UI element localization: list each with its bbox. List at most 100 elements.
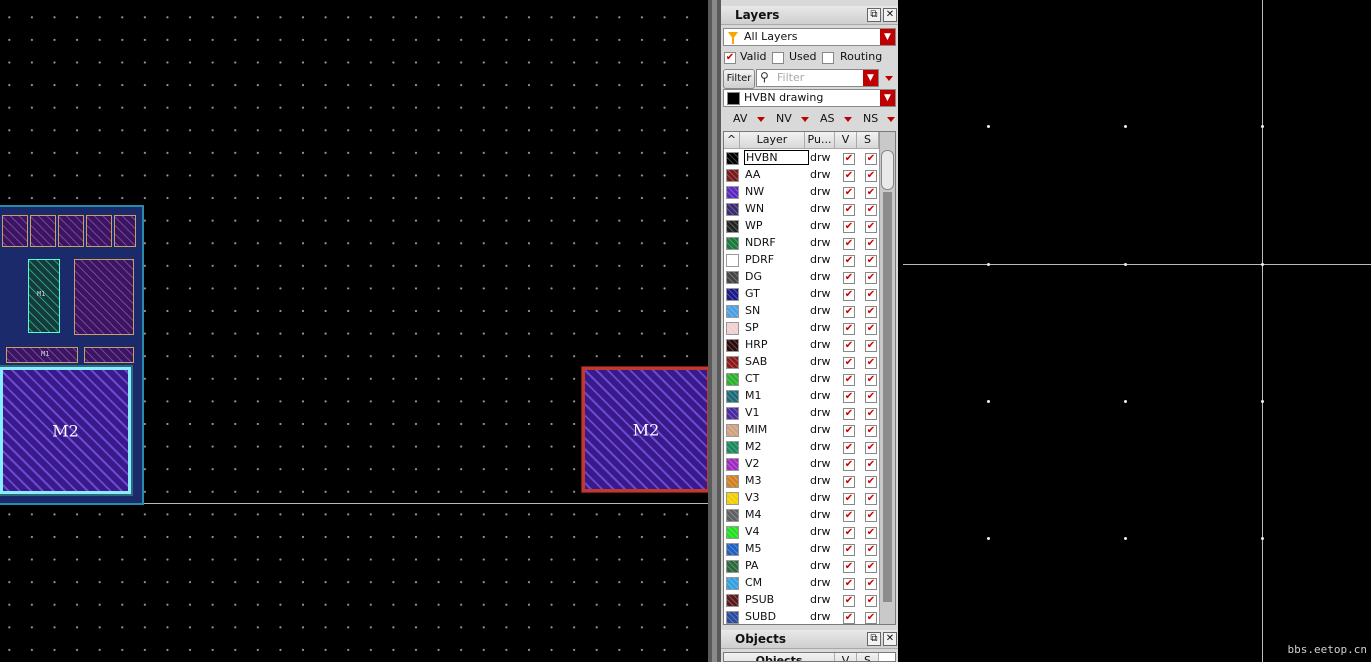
selectable-checkbox[interactable]: ✔	[865, 391, 877, 403]
selectable-checkbox[interactable]: ✔	[865, 357, 877, 369]
visible-checkbox[interactable]: ✔	[843, 510, 855, 522]
selectable-checkbox[interactable]: ✔	[865, 459, 877, 471]
float-icon[interactable]: ⧉	[867, 632, 881, 646]
objects-titlebar[interactable]: Objects ⧉ ✕	[721, 630, 898, 649]
column-header-visible[interactable]: V	[835, 132, 857, 149]
layers-titlebar[interactable]: Layers ⧉ ✕	[721, 6, 898, 25]
column-header-layer[interactable]: Layer	[740, 132, 805, 149]
filter-button[interactable]: Filter	[723, 69, 755, 89]
column-header-purpose[interactable]: Pu...	[805, 132, 835, 149]
selectable-checkbox[interactable]: ✔	[865, 527, 877, 539]
visible-checkbox[interactable]: ✔	[843, 544, 855, 556]
scrollbar-thumb[interactable]	[881, 150, 894, 190]
current-layer-select[interactable]: HVBN drawing ▼	[723, 89, 896, 107]
table-row[interactable]: PSUB drw ✔ ✔	[724, 592, 879, 609]
table-row[interactable]: PDRF drw ✔ ✔	[724, 252, 879, 269]
selectable-checkbox[interactable]: ✔	[865, 204, 877, 216]
filter-input[interactable]: ⚲ Filter ▼	[756, 69, 879, 87]
layer-set-select[interactable]: All Layers ▼	[723, 28, 896, 46]
visible-checkbox[interactable]: ✔	[843, 459, 855, 471]
visible-checkbox[interactable]: ✔	[843, 595, 855, 607]
table-row[interactable]: M3 drw ✔ ✔	[724, 473, 879, 490]
selectable-checkbox[interactable]: ✔	[865, 340, 877, 352]
table-row[interactable]: SUBD drw ✔ ✔	[724, 609, 879, 624]
table-row[interactable]: V4 drw ✔ ✔	[724, 524, 879, 541]
selectable-checkbox[interactable]: ✔	[865, 493, 877, 505]
chevron-down-icon[interactable]: ▼	[880, 29, 895, 45]
column-header-selectable[interactable]: S	[857, 653, 879, 661]
m2-block-right[interactable]: M2	[581, 366, 711, 493]
selectable-checkbox[interactable]: ✔	[865, 578, 877, 590]
chevron-down-icon[interactable]: ▼	[863, 70, 878, 86]
visible-checkbox[interactable]: ✔	[843, 340, 855, 352]
table-row[interactable]: DG drw ✔ ✔	[724, 269, 879, 286]
av-arrow-icon[interactable]	[757, 117, 765, 122]
visible-checkbox[interactable]: ✔	[843, 153, 855, 165]
selectable-checkbox[interactable]: ✔	[865, 510, 877, 522]
selectable-checkbox[interactable]: ✔	[865, 408, 877, 420]
column-header-visible[interactable]: V	[835, 653, 857, 661]
menu-arrow-icon[interactable]	[885, 76, 893, 81]
selectable-checkbox[interactable]: ✔	[865, 425, 877, 437]
selectable-checkbox[interactable]: ✔	[865, 476, 877, 488]
table-row[interactable]: AA drw ✔ ✔	[724, 167, 879, 184]
table-row[interactable]: V1 drw ✔ ✔	[724, 405, 879, 422]
vertical-scrollbar[interactable]	[879, 132, 895, 624]
objects-table[interactable]: Objects V S	[723, 652, 896, 662]
selectable-checkbox[interactable]: ✔	[865, 561, 877, 573]
table-row[interactable]: NDRF drw ✔ ✔	[724, 235, 879, 252]
table-row[interactable]: WP drw ✔ ✔	[724, 218, 879, 235]
table-row[interactable]: MIM drw ✔ ✔	[724, 422, 879, 439]
selectable-checkbox[interactable]: ✔	[865, 612, 877, 624]
visible-checkbox[interactable]: ✔	[843, 425, 855, 437]
selectable-checkbox[interactable]: ✔	[865, 153, 877, 165]
none-selectable-button[interactable]: NS	[863, 112, 878, 125]
visible-checkbox[interactable]: ✔	[843, 238, 855, 250]
close-icon[interactable]: ✕	[883, 8, 897, 22]
all-visible-button[interactable]: AV	[733, 112, 747, 125]
selectable-checkbox[interactable]: ✔	[865, 289, 877, 301]
ns-arrow-icon[interactable]	[887, 117, 895, 122]
selectable-checkbox[interactable]: ✔	[865, 221, 877, 233]
table-row[interactable]: M1 drw ✔ ✔	[724, 388, 879, 405]
table-row[interactable]: PA drw ✔ ✔	[724, 558, 879, 575]
visible-checkbox[interactable]: ✔	[843, 578, 855, 590]
visible-checkbox[interactable]: ✔	[843, 289, 855, 301]
table-row[interactable]: M5 drw ✔ ✔	[724, 541, 879, 558]
visible-checkbox[interactable]: ✔	[843, 561, 855, 573]
visible-checkbox[interactable]: ✔	[843, 187, 855, 199]
used-checkbox[interactable]	[772, 52, 784, 64]
visible-checkbox[interactable]: ✔	[843, 255, 855, 267]
nv-arrow-icon[interactable]	[801, 117, 809, 122]
table-row[interactable]: SN drw ✔ ✔	[724, 303, 879, 320]
visible-checkbox[interactable]: ✔	[843, 476, 855, 488]
selectable-checkbox[interactable]: ✔	[865, 272, 877, 284]
layer-table[interactable]: ^ Layer Pu... V S HVBN drw ✔ ✔ AA drw ✔ ✔ NW drw ✔…	[723, 131, 896, 625]
close-icon[interactable]: ✕	[883, 632, 897, 646]
table-row[interactable]: CM drw ✔ ✔	[724, 575, 879, 592]
selectable-checkbox[interactable]: ✔	[865, 544, 877, 556]
selectable-checkbox[interactable]: ✔	[865, 595, 877, 607]
selectable-checkbox[interactable]: ✔	[865, 170, 877, 182]
table-row[interactable]: WN drw ✔ ✔	[724, 201, 879, 218]
visible-checkbox[interactable]: ✔	[843, 272, 855, 284]
visible-checkbox[interactable]: ✔	[843, 323, 855, 335]
visible-checkbox[interactable]: ✔	[843, 442, 855, 454]
visible-checkbox[interactable]: ✔	[843, 204, 855, 216]
visible-checkbox[interactable]: ✔	[843, 357, 855, 369]
visible-checkbox[interactable]: ✔	[843, 306, 855, 318]
selectable-checkbox[interactable]: ✔	[865, 442, 877, 454]
visible-checkbox[interactable]: ✔	[843, 612, 855, 624]
none-visible-button[interactable]: NV	[776, 112, 792, 125]
sort-icon[interactable]: ^	[724, 132, 740, 149]
visible-checkbox[interactable]: ✔	[843, 221, 855, 233]
visible-checkbox[interactable]: ✔	[843, 391, 855, 403]
panel-splitter[interactable]	[708, 0, 721, 662]
visible-checkbox[interactable]: ✔	[843, 408, 855, 420]
table-row[interactable]: GT drw ✔ ✔	[724, 286, 879, 303]
layout-canvas-left[interactable]: M1 M1 M2 M2	[0, 0, 711, 662]
visible-checkbox[interactable]: ✔	[843, 493, 855, 505]
valid-checkbox[interactable]: ✔	[724, 52, 736, 64]
chevron-down-icon[interactable]: ▼	[880, 90, 895, 106]
routing-checkbox[interactable]	[822, 52, 834, 64]
